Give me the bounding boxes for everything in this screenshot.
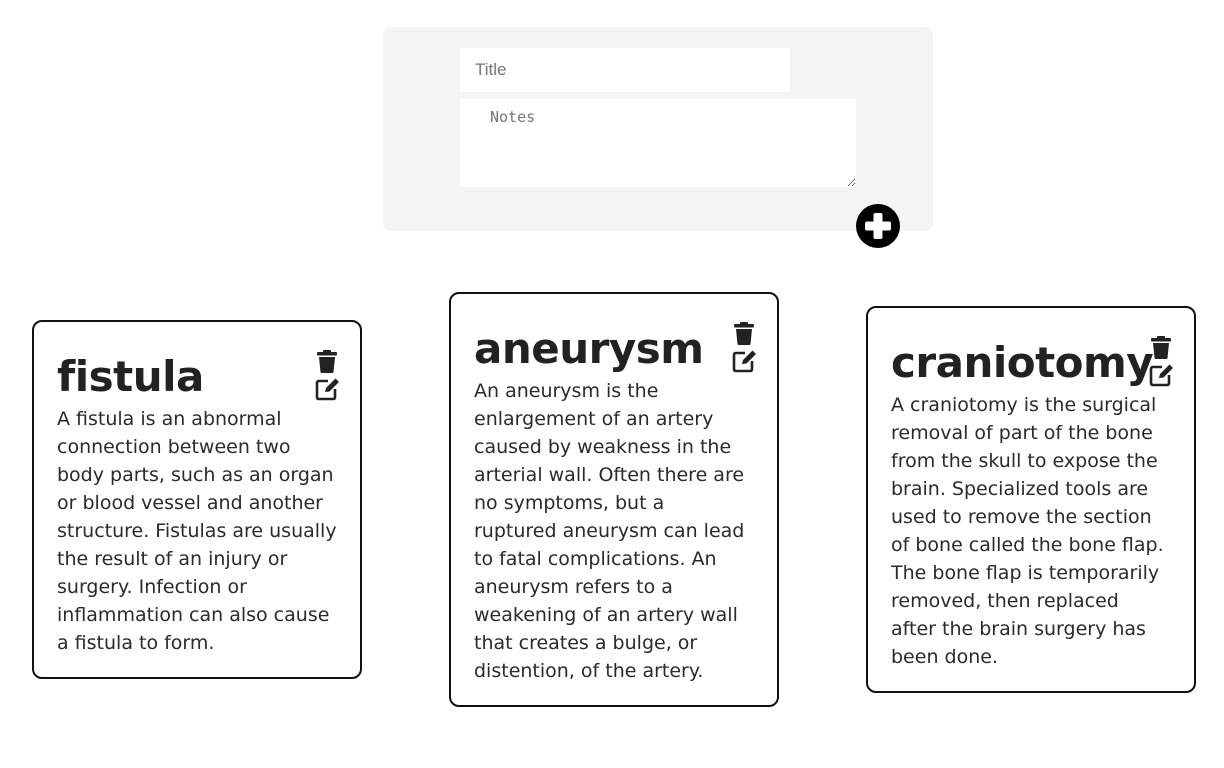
note-card: fistula A fistula is an abnormal connect… — [32, 320, 362, 679]
edit-button[interactable] — [314, 376, 340, 402]
note-body: A fistula is an abnormal connection betw… — [57, 408, 337, 654]
edit-icon — [732, 350, 756, 373]
note-body: A craniotomy is the surgical removal of … — [891, 394, 1164, 668]
delete-button[interactable] — [1148, 334, 1174, 360]
card-actions — [314, 348, 340, 404]
trash-icon — [1151, 336, 1171, 359]
edit-icon — [315, 378, 339, 401]
trash-icon — [317, 350, 337, 373]
note-title: fistula — [57, 352, 204, 401]
delete-button[interactable] — [314, 348, 340, 374]
notes-textarea[interactable] — [460, 99, 856, 187]
note-form-panel — [383, 27, 933, 248]
trash-icon — [734, 322, 754, 345]
note-card: craniotomy A craniotomy is the surgical … — [866, 306, 1196, 693]
add-note-button[interactable] — [856, 204, 900, 248]
note-card: aneurysm An aneurysm is the enlargement … — [449, 292, 779, 707]
edit-button[interactable] — [1148, 362, 1174, 388]
edit-button[interactable] — [731, 348, 757, 374]
card-actions — [731, 320, 757, 376]
plus-circle-icon — [865, 213, 891, 239]
note-title: aneurysm — [474, 324, 704, 373]
card-actions — [1148, 334, 1174, 390]
edit-icon — [1149, 364, 1173, 387]
title-input[interactable] — [460, 48, 790, 92]
delete-button[interactable] — [731, 320, 757, 346]
note-body: An aneurysm is the enlargement of an art… — [474, 380, 745, 682]
note-title: craniotomy — [891, 338, 1154, 387]
